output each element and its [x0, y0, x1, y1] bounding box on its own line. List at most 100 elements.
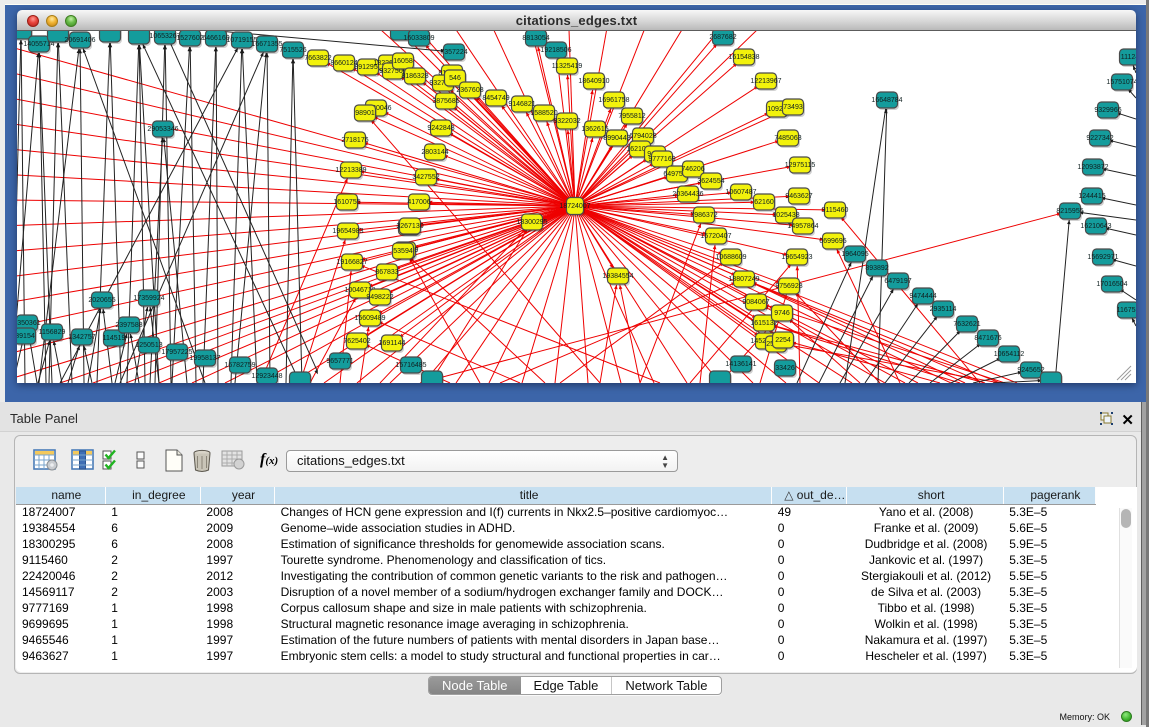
- svg-text:2935114: 2935114: [930, 306, 957, 313]
- svg-text:18724007: 18724007: [559, 203, 590, 210]
- svg-text:9777169: 9777169: [648, 156, 675, 163]
- svg-text:1691144: 1691144: [379, 340, 406, 347]
- svg-text:1244415: 1244415: [1078, 193, 1105, 200]
- svg-text:1362615: 1362615: [581, 126, 608, 133]
- svg-text:9329966: 9329966: [1094, 107, 1121, 114]
- svg-text:9084067: 9084067: [742, 299, 769, 306]
- svg-text:3427552: 3427552: [412, 174, 439, 181]
- svg-text:9474444: 9474444: [909, 293, 936, 300]
- svg-text:2397588: 2397588: [115, 322, 142, 329]
- svg-text:8322032: 8322032: [553, 118, 580, 125]
- svg-text:19958137: 19958137: [189, 355, 220, 362]
- svg-text:16154838: 16154838: [728, 54, 759, 61]
- svg-text:9746: 9746: [774, 310, 790, 317]
- svg-text:10654112: 10654112: [994, 351, 1025, 358]
- svg-text:98901: 98901: [355, 110, 375, 117]
- svg-text:17359924: 17359924: [133, 295, 164, 302]
- svg-text:16671355: 16671355: [251, 41, 282, 48]
- svg-text:16058: 16058: [393, 58, 413, 65]
- svg-text:33426: 33426: [775, 365, 795, 372]
- svg-text:3267130: 3267130: [396, 223, 423, 230]
- svg-text:8454749: 8454749: [482, 95, 509, 102]
- svg-text:15692971: 15692971: [1087, 254, 1118, 261]
- svg-text:12093872: 12093872: [1077, 164, 1108, 171]
- svg-text:12213389: 12213389: [335, 167, 366, 174]
- svg-text:9498222: 9498222: [366, 294, 393, 301]
- svg-text:9245652: 9245652: [1017, 367, 1044, 374]
- svg-text:19218506: 19218506: [540, 47, 571, 54]
- svg-text:19654923: 19654923: [781, 254, 812, 261]
- svg-text:2718176: 2718176: [341, 137, 368, 144]
- svg-text:10607487: 10607487: [725, 189, 756, 196]
- svg-text:1610755: 1610755: [333, 199, 360, 206]
- svg-text:7357224: 7357224: [440, 49, 467, 56]
- svg-text:546: 546: [449, 75, 461, 82]
- svg-text:8215955: 8215955: [1056, 208, 1083, 215]
- svg-text:1964095: 1964095: [841, 251, 868, 258]
- svg-text:12213967: 12213967: [750, 78, 781, 85]
- svg-text:19384554: 19384554: [602, 273, 633, 280]
- svg-text:3624554: 3624554: [697, 178, 724, 185]
- svg-text:15751074: 15751074: [1106, 79, 1136, 86]
- svg-text:9463627: 9463627: [785, 193, 812, 200]
- svg-text:7485063: 7485063: [774, 135, 801, 142]
- svg-text:1350361: 1350361: [17, 320, 41, 327]
- svg-text:12923448: 12923448: [251, 373, 282, 380]
- svg-text:867833: 867833: [375, 269, 398, 276]
- svg-text:1588520: 1588520: [530, 110, 557, 117]
- svg-text:18640910: 18640910: [578, 78, 609, 85]
- svg-text:16961758: 16961758: [598, 97, 629, 104]
- svg-text:1342757: 1342757: [68, 334, 95, 341]
- svg-text:11325419: 11325419: [552, 63, 583, 70]
- svg-text:15609489: 15609489: [354, 315, 385, 322]
- svg-text:14136141: 14136141: [725, 361, 756, 368]
- svg-text:20364436: 20364436: [672, 191, 703, 198]
- svg-text:19654983: 19654983: [332, 228, 363, 235]
- svg-text:2687682: 2687682: [709, 34, 736, 41]
- svg-text:9146821: 9146821: [508, 101, 535, 108]
- svg-text:6794028: 6794028: [629, 133, 656, 140]
- svg-text:16033809: 16033809: [403, 35, 434, 42]
- svg-text:11124: 11124: [1121, 54, 1136, 61]
- svg-text:3875685: 3875685: [432, 98, 459, 105]
- svg-text:116753: 116753: [1117, 307, 1136, 314]
- svg-text:16782759: 16782759: [224, 362, 255, 369]
- svg-text:417006: 417006: [407, 199, 430, 206]
- svg-text:17016504: 17016504: [1096, 281, 1127, 288]
- svg-text:12975115: 12975115: [785, 162, 816, 169]
- svg-text:7986372: 7986372: [690, 212, 717, 219]
- svg-text:18807249: 18807249: [728, 276, 759, 283]
- svg-text:1527602: 1527602: [176, 35, 203, 42]
- svg-text:15720407: 15720407: [700, 233, 731, 240]
- svg-text:16210643: 16210643: [1080, 223, 1111, 230]
- svg-text:746206: 746206: [681, 166, 704, 173]
- svg-text:2803144: 2803144: [421, 149, 448, 156]
- svg-text:10688609: 10688609: [715, 254, 746, 261]
- svg-text:14957864: 14957864: [787, 223, 818, 230]
- svg-text:1156829: 1156829: [39, 329, 66, 336]
- svg-text:73493: 73493: [783, 104, 803, 111]
- svg-text:7663822: 7663822: [304, 55, 331, 62]
- svg-text:62160: 62160: [754, 199, 774, 206]
- svg-text:1250513: 1250513: [135, 342, 162, 349]
- svg-text:8186328: 8186328: [401, 73, 428, 80]
- svg-text:7515526: 7515526: [279, 47, 306, 54]
- svg-text:2367608: 2367608: [456, 87, 483, 94]
- svg-text:893892: 893892: [865, 265, 888, 272]
- svg-text:7632621: 7632621: [953, 321, 980, 328]
- svg-text:39154: 39154: [17, 333, 35, 340]
- svg-text:20691406: 20691406: [64, 37, 95, 44]
- svg-text:53594: 53594: [393, 248, 413, 255]
- svg-text:8813054: 8813054: [522, 35, 549, 42]
- svg-text:8471676: 8471676: [974, 335, 1001, 342]
- svg-text:29053346: 29053346: [147, 126, 178, 133]
- svg-text:114519: 114519: [103, 335, 126, 342]
- svg-text:7625402: 7625402: [343, 338, 370, 345]
- svg-text:9657771: 9657771: [326, 358, 353, 365]
- svg-text:19166827: 19166827: [336, 259, 367, 266]
- svg-text:2020655: 2020655: [88, 297, 115, 304]
- svg-text:8990443: 8990443: [603, 135, 630, 142]
- svg-text:2254: 2254: [775, 337, 791, 344]
- svg-text:17957225: 17957225: [161, 349, 192, 356]
- svg-text:7955812: 7955812: [618, 113, 645, 120]
